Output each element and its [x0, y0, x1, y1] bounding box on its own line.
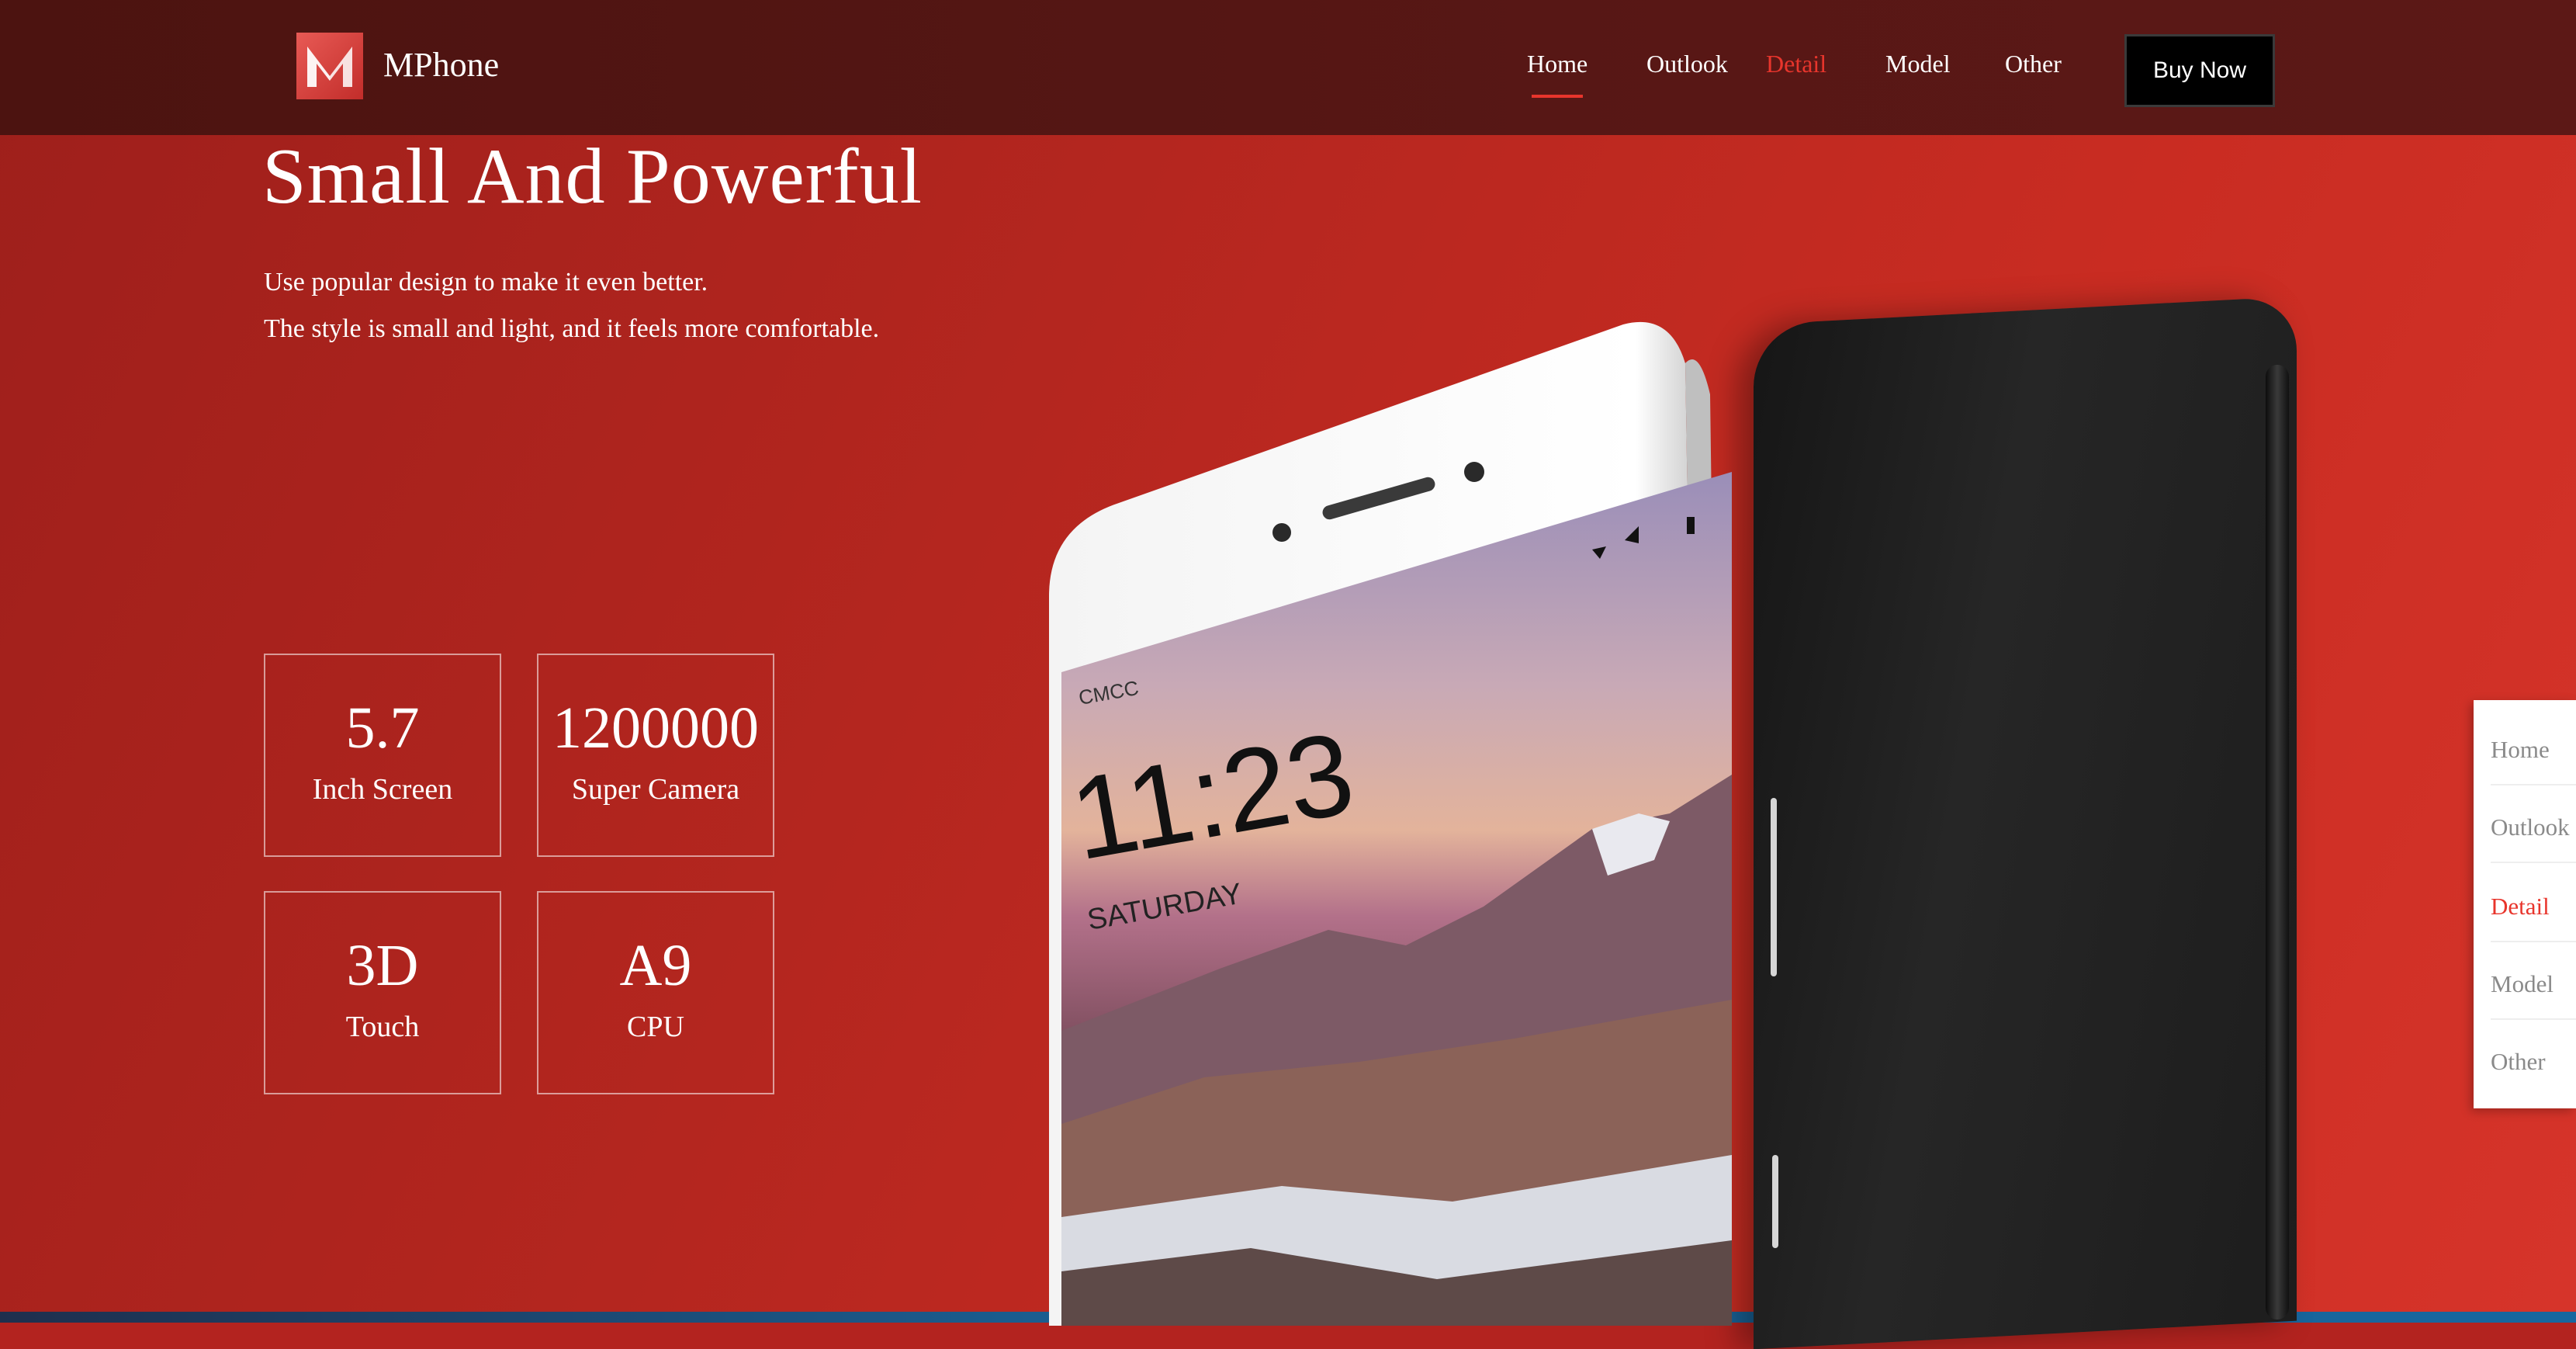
brand-name[interactable]: MPhone — [383, 40, 499, 90]
side-nav-other[interactable]: Other — [2491, 1045, 2576, 1079]
side-nav-outlook[interactable]: Outlook — [2491, 810, 2576, 844]
hero-headline: Small And Powerful — [262, 133, 923, 220]
phone-back-image — [1754, 296, 2297, 1349]
feature-value: 5.7 — [345, 695, 420, 761]
side-section-nav: Home Outlook Detail Model Other — [2474, 700, 2576, 1108]
feature-screen: 5.7 Inch Screen — [264, 654, 501, 857]
top-navbar: MPhone Home Outlook Detail Model Other B… — [0, 0, 2576, 135]
feature-camera: 1200000 Super Camera — [537, 654, 774, 857]
phone-front-image: CMCC 11:23 SATURDAY — [1049, 321, 1778, 1326]
feature-value: 1200000 — [552, 695, 759, 761]
hero-tagline-2: The style is small and light, and it fee… — [264, 314, 880, 343]
feature-cpu: A9 CPU — [537, 891, 774, 1094]
side-nav-divider — [2491, 941, 2576, 942]
hero-tagline-1: Use popular design to make it even bette… — [264, 268, 708, 297]
nav-model[interactable]: Model — [1885, 47, 1951, 81]
side-nav-divider — [2491, 784, 2576, 785]
feature-value: A9 — [619, 933, 692, 998]
side-nav-model[interactable]: Model — [2491, 967, 2576, 1001]
feature-label: Super Camera — [571, 773, 740, 806]
nav-home[interactable]: Home — [1527, 47, 1587, 81]
feature-touch: 3D Touch — [264, 891, 501, 1094]
side-nav-divider — [2491, 862, 2576, 863]
side-nav-home[interactable]: Home — [2491, 733, 2576, 767]
nav-other[interactable]: Other — [2005, 47, 2062, 81]
buy-now-button[interactable]: Buy Now — [2124, 34, 2275, 107]
phone-back-edge — [2266, 365, 2289, 1320]
feature-label: CPU — [627, 1011, 684, 1043]
nav-detail[interactable]: Detail — [1766, 47, 1826, 81]
feature-label: Touch — [345, 1011, 420, 1043]
side-nav-divider — [2491, 1018, 2576, 1020]
mphone-logo-icon[interactable] — [296, 33, 363, 99]
nav-outlook[interactable]: Outlook — [1646, 47, 1728, 81]
feature-value: 3D — [346, 933, 419, 998]
feature-label: Inch Screen — [312, 773, 453, 806]
nav-active-indicator — [1532, 95, 1583, 98]
side-nav-detail[interactable]: Detail — [2491, 890, 2576, 924]
